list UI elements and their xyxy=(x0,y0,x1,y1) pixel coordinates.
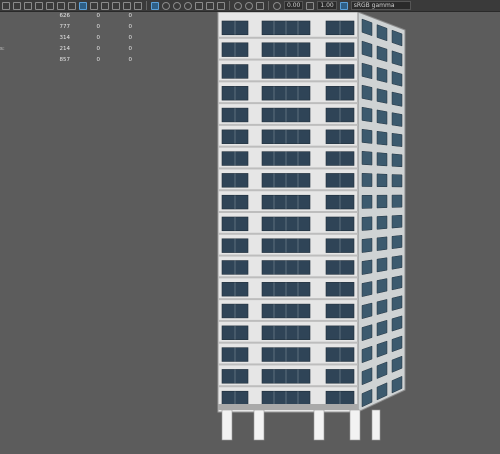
lighting-icon[interactable] xyxy=(173,1,181,10)
view-transform-icon[interactable] xyxy=(339,1,348,10)
exposure-icon[interactable] xyxy=(234,1,242,10)
side-window xyxy=(376,236,388,251)
floor-slab xyxy=(218,298,358,301)
side-window xyxy=(361,62,373,80)
exposure-dial-icon xyxy=(273,1,281,10)
wireframe-icon[interactable] xyxy=(112,1,120,10)
floor-slab xyxy=(218,102,358,105)
color-space-dropdown[interactable]: sRGB gamma xyxy=(350,1,411,10)
side-window xyxy=(361,150,373,166)
side-window xyxy=(361,216,373,231)
resolution-gate-icon[interactable] xyxy=(46,1,54,10)
floor-slab xyxy=(218,80,358,83)
side-window xyxy=(361,302,373,320)
building-geometry xyxy=(217,11,406,441)
ambient-occlusion-icon[interactable] xyxy=(195,1,203,10)
side-window xyxy=(361,238,373,253)
pilotis-column xyxy=(313,409,325,441)
side-window xyxy=(376,109,388,125)
side-window xyxy=(391,153,403,168)
shadows-icon[interactable] xyxy=(184,1,192,10)
floor-slab xyxy=(218,36,358,39)
side-window xyxy=(361,259,373,275)
floor-slab xyxy=(218,341,358,344)
side-window xyxy=(376,194,388,209)
floor-slab xyxy=(218,276,358,279)
textured-icon[interactable] xyxy=(162,1,170,10)
floor-slab xyxy=(218,363,358,366)
floor-slab xyxy=(218,145,358,148)
side-window xyxy=(391,235,403,249)
side-window xyxy=(376,130,388,146)
film-gate-icon[interactable] xyxy=(24,1,32,10)
side-window xyxy=(376,215,388,230)
3d-viewport[interactable] xyxy=(0,11,500,450)
field-chart-icon[interactable] xyxy=(68,1,76,10)
side-window xyxy=(376,257,388,273)
shaded-icon[interactable] xyxy=(151,1,159,10)
exposure-field[interactable]: 0.00 xyxy=(284,1,304,10)
gate-mask-icon[interactable] xyxy=(57,1,65,10)
side-window xyxy=(391,71,403,87)
image-plane-icon[interactable] xyxy=(35,1,43,10)
pilotis-column xyxy=(349,409,361,441)
side-window xyxy=(361,106,373,123)
side-window xyxy=(376,88,388,104)
motion-blur-icon[interactable] xyxy=(206,1,214,10)
side-window xyxy=(376,278,388,294)
side-window xyxy=(391,214,403,229)
side-window xyxy=(361,128,373,144)
side-window xyxy=(376,66,388,83)
xray-icon[interactable] xyxy=(123,1,131,10)
floor-slab xyxy=(218,385,358,388)
toolbar-divider xyxy=(229,1,230,10)
side-window xyxy=(391,295,403,311)
side-window xyxy=(391,255,403,270)
side-window xyxy=(391,174,403,188)
gamma-icon xyxy=(306,1,315,10)
side-window xyxy=(361,194,373,209)
side-window xyxy=(361,84,373,101)
pilotis-column xyxy=(253,409,265,441)
side-window xyxy=(391,91,403,107)
floor-slab xyxy=(218,123,358,126)
toolbar-divider xyxy=(268,1,269,10)
side-window xyxy=(361,281,373,297)
gamma-field[interactable]: 1.00 xyxy=(317,1,337,10)
pilotis-column xyxy=(221,409,233,441)
side-window xyxy=(391,132,403,147)
floor-slab xyxy=(218,232,358,235)
safe-title-icon[interactable] xyxy=(101,1,109,10)
side-window xyxy=(376,299,388,315)
color-management-icon[interactable] xyxy=(256,1,264,10)
floor-slab xyxy=(218,189,358,192)
safe-action-icon[interactable] xyxy=(90,1,98,10)
building-model[interactable] xyxy=(0,11,500,450)
floor-slab xyxy=(218,167,358,170)
toolbar-divider xyxy=(146,1,147,10)
floor-slab xyxy=(218,58,358,61)
side-window xyxy=(361,173,373,187)
isolate-icon[interactable] xyxy=(134,1,142,10)
camera-icon[interactable] xyxy=(13,1,21,10)
display-icon[interactable] xyxy=(245,1,253,10)
antialias-icon[interactable] xyxy=(217,1,225,10)
side-window xyxy=(376,152,388,167)
side-window xyxy=(391,194,403,208)
floor-slab xyxy=(218,319,358,322)
side-window xyxy=(391,275,403,291)
ground-floor-band xyxy=(218,404,358,410)
pilotis-column xyxy=(371,409,381,441)
grid-toggle-icon[interactable] xyxy=(79,1,87,10)
floor-slab xyxy=(218,211,358,213)
side-window xyxy=(391,112,403,127)
floor-slab xyxy=(218,254,358,257)
side-window xyxy=(376,173,388,188)
grid-icon[interactable] xyxy=(2,1,10,10)
